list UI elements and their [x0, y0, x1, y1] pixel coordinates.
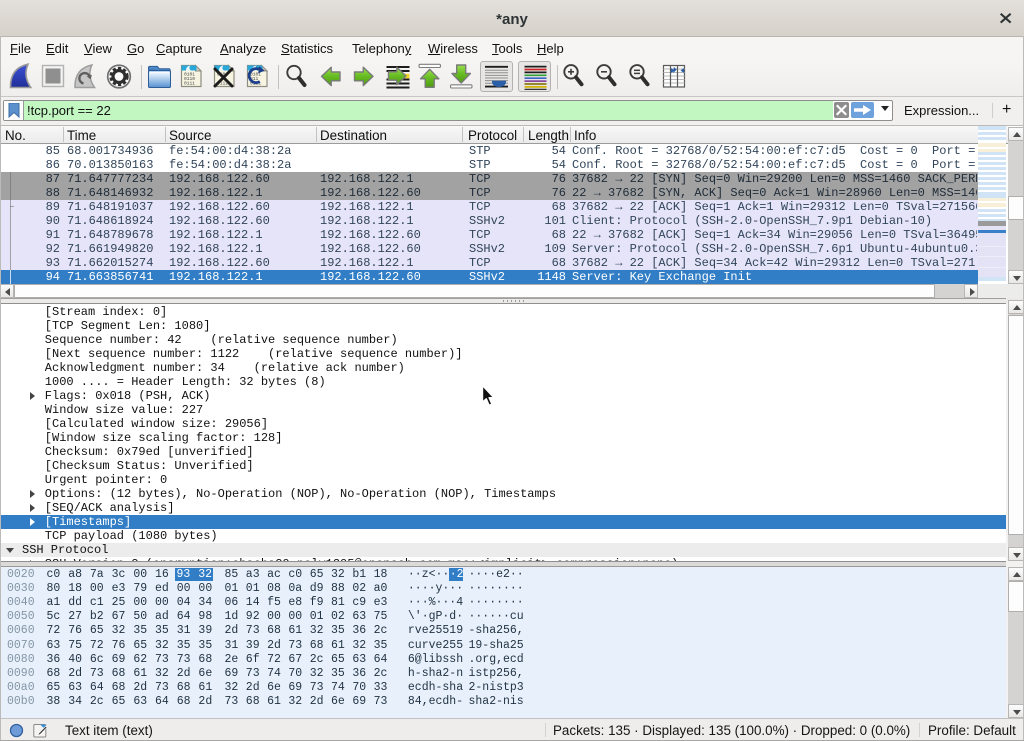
svg-text:0111: 0111: [184, 81, 195, 87]
